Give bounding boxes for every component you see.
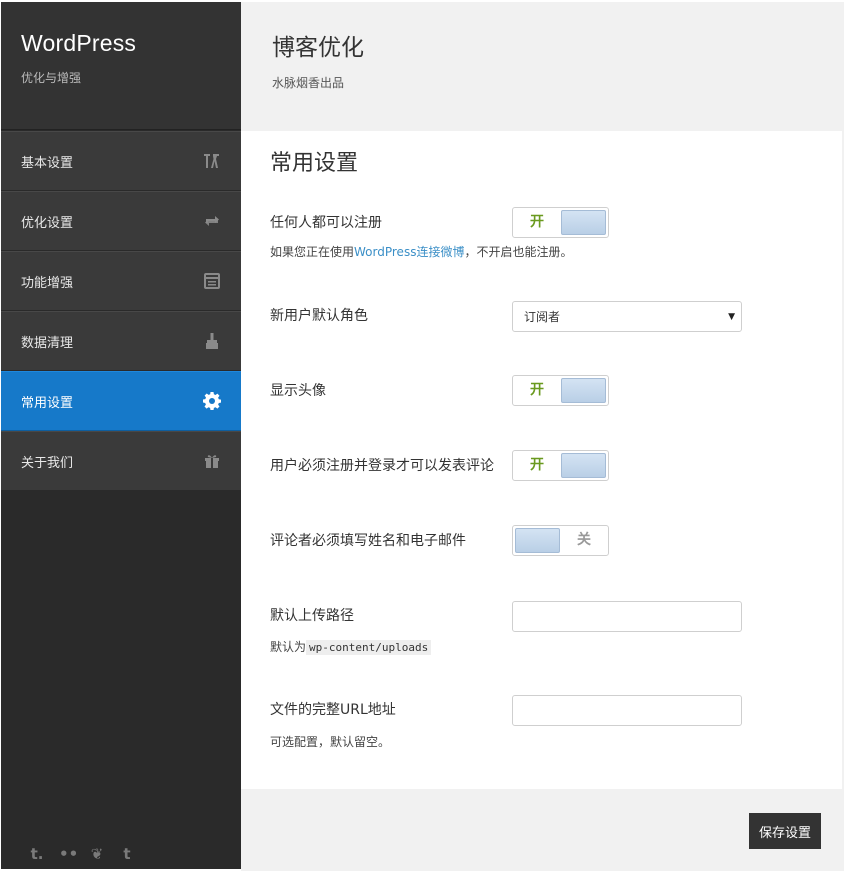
help-text: 如果您正在使用 [270, 245, 355, 259]
toggle-state: 开 [530, 214, 544, 230]
upload-url-input[interactable] [512, 695, 742, 726]
list-icon [203, 272, 221, 290]
field-help: 默认为 wp-content/uploads [270, 638, 432, 655]
sidebar-item-optimize[interactable]: 优化设置 [1, 191, 241, 251]
sidebar-item-label: 数据清理 [21, 335, 74, 351]
sidebar-item-label: 基本设置 [21, 155, 74, 171]
field-label: 任何人都可以注册 [270, 215, 382, 231]
sidebar-item-cleanup[interactable]: 数据清理 [1, 311, 241, 371]
anyone-register-toggle[interactable]: 开 [512, 207, 609, 238]
toggle-knob [561, 453, 606, 478]
sidebar-item-about[interactable]: 关于我们 [1, 431, 241, 491]
toggle-state: 开 [530, 382, 544, 398]
broom-icon [203, 332, 221, 350]
twitter-icon[interactable]: t [119, 845, 135, 863]
main-header: 博客优化 水脉烟香出品 [241, 2, 844, 131]
default-role-select[interactable]: 订阅者 ▼ [512, 301, 742, 332]
field-help: 如果您正在使用WordPress连接微博，不开启也能注册。 [270, 243, 572, 260]
field-label: 评论者必须填写姓名和电子邮件 [270, 533, 466, 549]
chevron-down-icon: ▼ [728, 312, 735, 322]
sidebar-item-label: 优化设置 [21, 215, 74, 231]
upload-path-default: wp-content/uploads [306, 640, 432, 655]
field-label: 默认上传路径 [270, 608, 354, 624]
tools-icon [203, 152, 221, 170]
brand: WordPress 优化与增强 [1, 2, 241, 130]
field-label: 用户必须注册并登录才可以发表评论 [270, 458, 494, 474]
sidebar-item-label: 常用设置 [21, 395, 74, 411]
section-title: 常用设置 [270, 151, 359, 176]
toggle-state: 开 [530, 457, 544, 473]
sidebar-item-label: 功能增强 [21, 275, 74, 291]
refresh-icon [203, 212, 221, 230]
field-label: 文件的完整URL地址 [270, 702, 396, 718]
footer-bar: 保存设置 [241, 789, 844, 871]
toggle-knob [561, 378, 606, 403]
settings-panel: 常用设置 任何人都可以注册 开 如果您正在使用WordPress连接微博，不开启… [241, 131, 842, 789]
field-label: 新用户默认角色 [270, 308, 368, 324]
sidebar-item-basic[interactable]: 基本设置 [1, 131, 241, 191]
sidebar-item-common[interactable]: 常用设置 [1, 371, 241, 431]
sidebar-nav: 基本设置 优化设置 功能增强 数据清理 常用设置 关于我们 [1, 131, 241, 491]
toggle-state: 关 [577, 532, 591, 548]
show-avatar-toggle[interactable]: 开 [512, 375, 609, 406]
brand-title: WordPress [21, 30, 137, 56]
gift-icon [203, 452, 221, 470]
field-label: 显示头像 [270, 383, 326, 399]
flickr-icon[interactable]: •• [59, 845, 78, 863]
weibo-connect-link[interactable]: WordPress连接微博 [354, 245, 464, 259]
field-help: 可选配置，默认留空。 [270, 735, 391, 749]
toggle-knob [561, 210, 606, 235]
toggle-knob [515, 528, 560, 553]
tumblr-icon[interactable]: t. [29, 845, 45, 863]
leaf-icon[interactable]: ❦ [89, 845, 105, 863]
upload-path-input[interactable] [512, 601, 742, 632]
require-name-email-toggle[interactable]: 关 [512, 525, 609, 556]
select-value: 订阅者 [524, 310, 561, 324]
save-button[interactable]: 保存设置 [749, 813, 821, 849]
brand-subtitle: 优化与增强 [21, 71, 82, 85]
sidebar: WordPress 优化与增强 基本设置 优化设置 功能增强 数据清理 常用设置… [1, 2, 241, 869]
sidebar-item-label: 关于我们 [21, 455, 74, 471]
require-login-toggle[interactable]: 开 [512, 450, 609, 481]
help-text: 默认为 [270, 640, 307, 654]
page-subtitle: 水脉烟香出品 [272, 76, 345, 90]
gear-icon [203, 392, 221, 410]
help-text: ，不开启也能注册。 [464, 245, 573, 259]
social-links: t. •• ❦ t [29, 845, 135, 863]
sidebar-item-enhance[interactable]: 功能增强 [1, 251, 241, 311]
page-title: 博客优化 [272, 35, 364, 61]
